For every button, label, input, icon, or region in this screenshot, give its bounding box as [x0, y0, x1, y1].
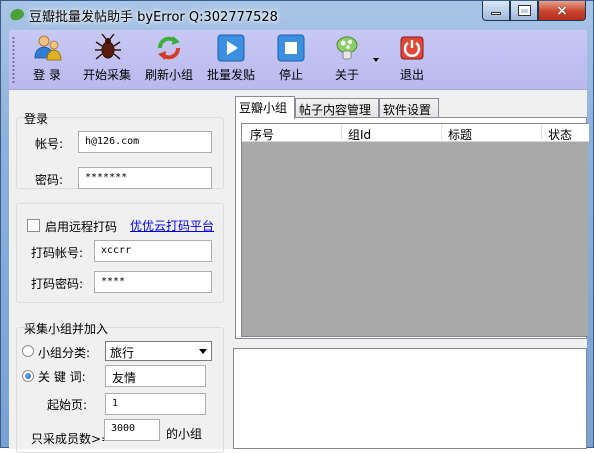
column-header-group-id[interactable]: 组Id	[348, 126, 371, 143]
keyword-label: 关 键 词:	[38, 370, 86, 384]
column-divider[interactable]	[441, 124, 442, 142]
start-page-input[interactable]: 1	[105, 393, 206, 415]
toolbar-grip[interactable]	[12, 36, 15, 84]
log-textarea[interactable]	[233, 348, 587, 449]
stop-label: 停止	[278, 68, 303, 82]
title-bar[interactable]: 豆瓣批量发帖助手 byError Q:302777528 ×	[1, 1, 593, 29]
account-input[interactable]: h@126.com	[78, 131, 212, 153]
close-icon: ×	[556, 2, 568, 19]
minimize-icon	[491, 12, 501, 15]
category-select-value: 旅行	[110, 346, 135, 360]
chevron-down-icon	[199, 349, 207, 354]
maximize-button[interactable]	[510, 1, 538, 21]
account-label: 帐号:	[35, 137, 64, 151]
start-collect-button[interactable]: 开始采集	[81, 33, 133, 86]
refresh-icon	[155, 34, 183, 62]
keyword-input[interactable]: 友情	[105, 365, 206, 387]
column-header-index[interactable]: 序号	[250, 126, 274, 143]
about-icon	[333, 34, 361, 62]
min-members-suffix: 的小组	[166, 427, 203, 441]
group-grid[interactable]: 序号 组Id 标题 状态	[241, 123, 589, 337]
minimize-button[interactable]	[482, 1, 510, 21]
leaf-app-icon	[8, 6, 26, 23]
refresh-groups-button[interactable]: 刷新小组	[143, 34, 195, 86]
stop-icon	[277, 34, 305, 62]
exit-icon	[398, 34, 426, 62]
captcha-platform-link[interactable]: 优优云打码平台	[130, 217, 214, 234]
maximize-icon	[517, 5, 531, 16]
tab-post-content[interactable]: 帖子内容管理	[295, 98, 379, 118]
tab-settings[interactable]: 软件设置	[379, 98, 439, 118]
window-title: 豆瓣批量发帖助手 byError Q:302777528	[29, 10, 278, 25]
min-members-label: 只采成员数>=	[31, 432, 112, 446]
min-members-input[interactable]: 3000	[104, 419, 160, 441]
grid-header: 序号 组Id 标题 状态	[242, 124, 589, 142]
refresh-groups-label: 刷新小组	[144, 68, 193, 82]
play-icon	[217, 34, 245, 62]
category-radio[interactable]	[22, 345, 34, 357]
about-button[interactable]: 关于	[331, 34, 363, 86]
start-collect-label: 开始采集	[82, 68, 131, 82]
category-label: 小组分类:	[38, 346, 91, 360]
keyword-radio[interactable]	[22, 370, 34, 382]
stop-button[interactable]: 停止	[275, 34, 307, 86]
batch-post-label: 批量发贴	[206, 68, 255, 82]
about-dropdown-caret-icon[interactable]	[373, 58, 379, 62]
login-button-label: 登 录	[33, 68, 61, 82]
client-area: 登 录 开始采集 刷新小组 批量发贴 停止 关于 退出 登录 帐号: h@126…	[9, 30, 589, 453]
about-label: 关于	[334, 68, 359, 82]
password-input[interactable]: *******	[78, 167, 212, 189]
captcha-password-input[interactable]: ****	[94, 271, 212, 293]
tab-douban-groups[interactable]: 豆瓣小组	[235, 96, 295, 119]
tab-panel: 序号 组Id 标题 状态	[235, 117, 589, 339]
login-users-icon	[33, 34, 62, 62]
toolbar: 登 录 开始采集 刷新小组 批量发贴 停止 关于 退出	[9, 30, 587, 90]
remote-captcha-label: 启用远程打码	[45, 220, 118, 234]
exit-button[interactable]: 退出	[397, 34, 427, 86]
login-button[interactable]: 登 录	[23, 34, 71, 86]
captcha-account-input[interactable]: xccrr	[94, 240, 212, 262]
column-divider[interactable]	[541, 124, 542, 142]
login-group-title: 登录	[24, 112, 49, 126]
start-page-label: 起始页:	[47, 398, 88, 412]
close-button[interactable]: ×	[538, 1, 586, 21]
column-header-title[interactable]: 标题	[448, 126, 472, 143]
collect-group-title: 采集小组并加入	[24, 322, 109, 336]
captcha-password-label: 打码密码:	[31, 277, 84, 291]
left-panel: 登录 帐号: h@126.com 密码: ******* 启用远程打码 优优云打…	[9, 91, 231, 453]
category-select[interactable]: 旅行	[105, 341, 212, 361]
column-header-status[interactable]: 状态	[548, 126, 572, 143]
exit-label: 退出	[399, 68, 424, 82]
batch-post-button[interactable]: 批量发贴	[205, 34, 257, 86]
main-window: 豆瓣批量发帖助手 byError Q:302777528 × 登 录 开始采集 …	[0, 0, 594, 453]
remote-captcha-checkbox[interactable]	[27, 219, 40, 232]
column-divider[interactable]	[341, 124, 342, 142]
bug-icon	[93, 33, 121, 62]
password-label: 密码:	[35, 173, 64, 187]
captcha-account-label: 打码帐号:	[31, 246, 84, 260]
